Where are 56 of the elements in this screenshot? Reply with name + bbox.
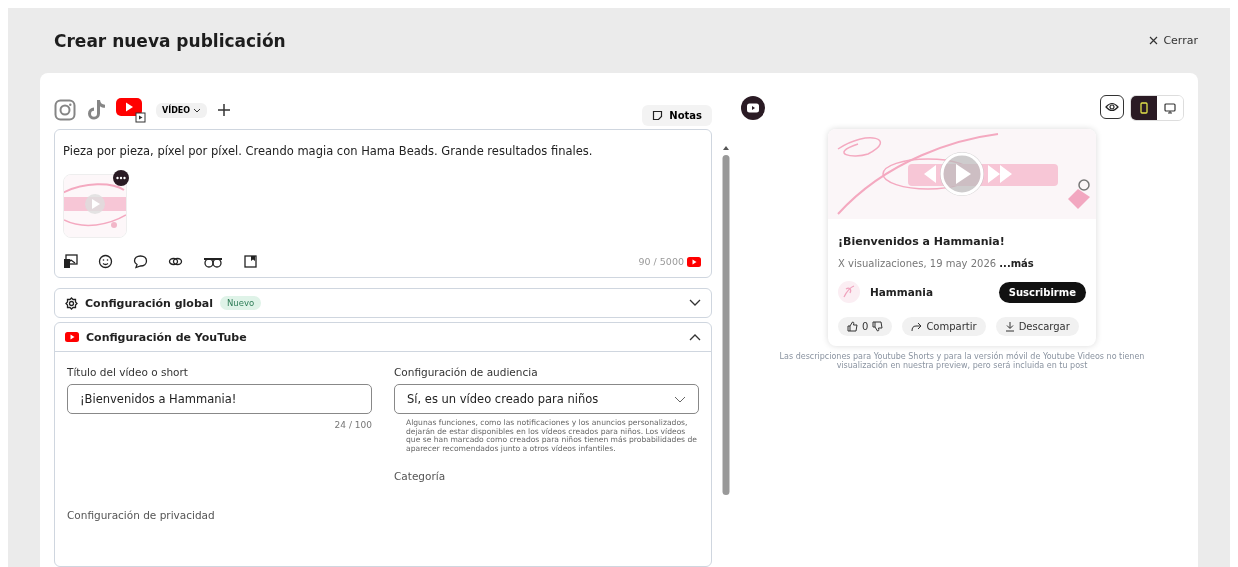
title-input[interactable]: ¡Bienvenidos a Hammania!	[67, 384, 372, 414]
phone-icon	[1140, 102, 1148, 114]
channel-name: Hammania	[870, 286, 933, 298]
audience-dropdown[interactable]: Sí, es un vídeo creado para niños	[394, 384, 699, 414]
youtube-icon[interactable]	[740, 95, 766, 121]
eye-icon	[1105, 102, 1119, 112]
subscribe-button[interactable]: Suscribirme	[998, 281, 1086, 303]
add-icon[interactable]	[217, 103, 232, 117]
youtube-icon	[687, 256, 701, 267]
like-button[interactable]: 0	[838, 317, 893, 336]
field-label: Categoría	[394, 469, 447, 482]
format-dropdown[interactable]: VÍDEO	[156, 102, 208, 118]
share-icon	[911, 321, 923, 332]
download-icon	[1004, 321, 1015, 332]
field-label: Título del vídeo o short	[67, 366, 189, 378]
video-title: ¡Bienvenidos a Hammania!	[838, 235, 1006, 248]
share-button[interactable]: Compartir	[902, 317, 986, 336]
chevron-down-icon	[674, 395, 686, 403]
image-icon[interactable]	[63, 254, 78, 269]
settings-icon	[65, 296, 78, 310]
thumbs-up-icon	[847, 321, 858, 332]
comment-icon[interactable]	[133, 254, 148, 269]
section-title: Configuración global	[85, 296, 213, 310]
notes-button[interactable]: Notas	[642, 104, 712, 126]
thumbs-down-icon	[872, 321, 884, 332]
section-title: Configuración de YouTube	[86, 330, 247, 344]
more-link[interactable]: ...más	[999, 258, 1034, 269]
video-meta: X visualizaciones, 19 may 2026	[838, 258, 997, 269]
character-counter: 90 / 5000	[638, 256, 684, 267]
download-button[interactable]: Descargar	[995, 317, 1079, 336]
post-editor[interactable]: Pieza por pieza, píxel por píxel. Creando magia con Hama Beads. Grande resultados finales. 90 / 5000	[54, 129, 712, 278]
chevron-up-icon[interactable]	[689, 333, 701, 341]
view-mode-button[interactable]	[1131, 96, 1157, 120]
youtube-icon	[65, 332, 79, 342]
preview-toggle[interactable]	[1100, 95, 1124, 119]
monitor-icon	[1164, 102, 1176, 114]
field-label: Configuración de privacidad	[67, 509, 216, 521]
field-label: Configuración de audiencia	[394, 366, 539, 378]
close-icon	[1149, 36, 1159, 45]
post-text: Pieza por pieza, píxel por píxel. Creando magia con Hama Beads. Grande resultados finales.	[63, 144, 594, 158]
note-icon	[652, 109, 664, 121]
emoji-icon[interactable]	[98, 254, 113, 269]
tiktok-icon[interactable]	[86, 99, 106, 121]
more-icon[interactable]	[113, 170, 129, 186]
accordion-header[interactable]: Configuración de YouTube	[55, 323, 711, 351]
channel-avatar	[838, 281, 860, 303]
close-button[interactable]: Cerrar	[1149, 34, 1198, 47]
page-title: Crear nueva publicación	[54, 30, 286, 51]
chevron-down-icon[interactable]	[689, 299, 701, 307]
character-counter: 24 / 100	[333, 420, 372, 430]
instagram-icon[interactable]	[54, 99, 76, 121]
chevron-down-icon	[193, 107, 202, 113]
new-badge: Nuevo	[219, 296, 262, 310]
preview-note: Las descripciones para Youtube Shorts y para la versión móvil de Youtube Videos no tienen visualización en nuestra preview, pero será incluida en tu post	[778, 352, 1146, 370]
bookmark-icon[interactable]	[243, 254, 258, 269]
accordion-header[interactable]: Configuración global Nuevo	[55, 289, 711, 317]
